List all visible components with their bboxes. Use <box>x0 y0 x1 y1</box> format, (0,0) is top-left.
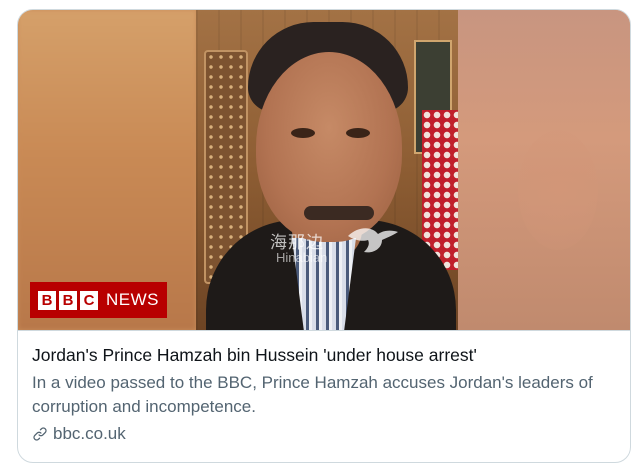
bbc-letter: B <box>38 290 56 310</box>
watermark-subtext: Hinabian <box>276 250 328 265</box>
link-preview-card[interactable]: 海那边 Hinabian B B C NEWS Jordan's Prince … <box>17 9 631 463</box>
card-title[interactable]: Jordan's Prince Hamzah bin Hussein 'unde… <box>32 343 618 367</box>
card-text[interactable]: Jordan's Prince Hamzah bin Hussein 'unde… <box>32 343 618 444</box>
card-domain[interactable]: bbc.co.uk <box>53 424 126 444</box>
card-description: In a video passed to the BBC, Prince Ham… <box>32 373 593 416</box>
card-image[interactable]: 海那边 Hinabian B B C NEWS <box>18 10 630 330</box>
watermark: 海那边 Hinabian <box>260 224 420 274</box>
person-eye-right <box>346 128 370 138</box>
image-blurred-right <box>458 10 630 330</box>
bbc-news-word: NEWS <box>106 290 159 309</box>
bird-icon <box>348 228 398 253</box>
card-divider <box>18 330 630 331</box>
video-still: 海那边 Hinabian <box>196 10 458 330</box>
bbc-letter: C <box>80 290 98 310</box>
bbc-news-logo: B B C NEWS <box>30 282 167 318</box>
card-domain-row[interactable]: bbc.co.uk <box>32 424 618 444</box>
person-eye-left <box>291 128 315 138</box>
link-icon <box>33 427 47 441</box>
bbc-letter: B <box>59 290 77 310</box>
person-mustache <box>304 206 374 220</box>
